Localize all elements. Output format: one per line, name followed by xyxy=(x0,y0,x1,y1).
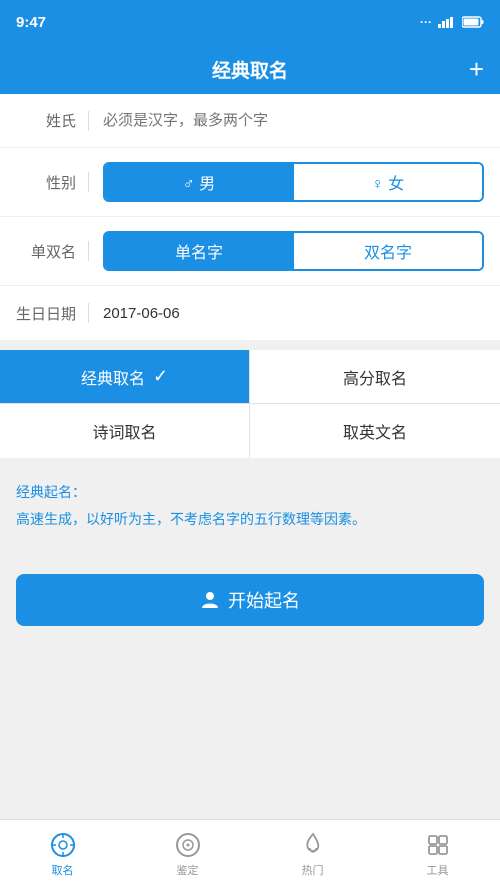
nav-label-naming: 取名 xyxy=(52,862,74,878)
person-icon xyxy=(200,590,220,610)
lastname-label: 姓氏 xyxy=(16,110,76,131)
name-type-section: 经典取名 ✓ 高分取名 诗词取名 取英文名 xyxy=(0,350,500,458)
gender-toggle-group: ♂ 男 ♀ 女 xyxy=(103,162,484,202)
form-divider2 xyxy=(88,172,89,192)
english-naming-button[interactable]: 取英文名 xyxy=(250,404,500,458)
single-name-button[interactable]: 单名字 xyxy=(105,233,293,269)
highscore-naming-button[interactable]: 高分取名 xyxy=(250,350,500,404)
form-divider xyxy=(88,111,89,131)
nav-label-hot: 热门 xyxy=(302,862,324,878)
form-divider4 xyxy=(88,303,89,323)
double-name-button[interactable]: 双名字 xyxy=(294,233,482,269)
birthday-value[interactable]: 2017-06-06 xyxy=(103,305,180,322)
description-title: 经典起名： xyxy=(16,482,484,502)
signal-dots: ··· xyxy=(420,15,432,29)
classic-naming-button[interactable]: 经典取名 ✓ xyxy=(0,350,250,404)
nametype-label: 单双名 xyxy=(16,241,76,262)
status-time: 9:47 xyxy=(16,14,46,31)
header: 经典取名 + xyxy=(0,44,500,94)
name-type-grid: 经典取名 ✓ 高分取名 诗词取名 取英文名 xyxy=(0,350,500,458)
form-divider3 xyxy=(88,241,89,261)
check-icon: ✓ xyxy=(153,366,168,387)
appraise-icon xyxy=(175,832,201,858)
gender-female-button[interactable]: ♀ 女 xyxy=(294,164,482,200)
start-naming-button[interactable]: 开始起名 xyxy=(16,574,484,626)
nav-item-tools[interactable]: 工具 xyxy=(375,820,500,889)
nav-item-naming[interactable]: 取名 xyxy=(0,820,125,889)
gender-male-button[interactable]: ♂ 男 xyxy=(105,164,293,200)
birthday-row: 生日日期 2017-06-06 xyxy=(0,286,500,340)
add-button[interactable]: + xyxy=(469,54,484,85)
hot-icon xyxy=(300,832,326,858)
nav-label-appraise: 鉴定 xyxy=(177,862,199,878)
nav-label-tools: 工具 xyxy=(427,862,449,878)
gender-label: 性别 xyxy=(16,172,76,193)
status-bar: 9:47 ··· xyxy=(0,0,500,44)
description-section: 经典起名： 高速生成，以好听为主，不考虑名字的五行数理等因素。 xyxy=(0,468,500,544)
nav-item-appraise[interactable]: 鉴定 xyxy=(125,820,250,889)
description-text: 高速生成，以好听为主，不考虑名字的五行数理等因素。 xyxy=(16,508,484,530)
nametype-toggle-group: 单名字 双名字 xyxy=(103,231,484,271)
lastname-input[interactable] xyxy=(103,112,484,129)
main-content: 姓氏 性别 ♂ 男 ♀ 女 单双名 单名字 xyxy=(0,94,500,646)
start-btn-section: 开始起名 xyxy=(0,554,500,646)
bottom-nav: 取名 鉴定 热门 工具 xyxy=(0,819,500,889)
poetry-naming-button[interactable]: 诗词取名 xyxy=(0,404,250,458)
naming-icon xyxy=(50,832,76,858)
lastname-row: 姓氏 xyxy=(0,94,500,148)
form-section: 姓氏 性别 ♂ 男 ♀ 女 单双名 单名字 xyxy=(0,94,500,340)
nametype-row: 单双名 单名字 双名字 xyxy=(0,217,500,286)
tools-icon xyxy=(425,832,451,858)
signal-bars-icon xyxy=(438,16,456,28)
status-icons: ··· xyxy=(420,15,484,29)
battery-icon xyxy=(462,16,484,28)
header-title: 经典取名 xyxy=(212,56,288,83)
birthday-label: 生日日期 xyxy=(16,303,76,324)
nav-item-hot[interactable]: 热门 xyxy=(250,820,375,889)
gender-row: 性别 ♂ 男 ♀ 女 xyxy=(0,148,500,217)
